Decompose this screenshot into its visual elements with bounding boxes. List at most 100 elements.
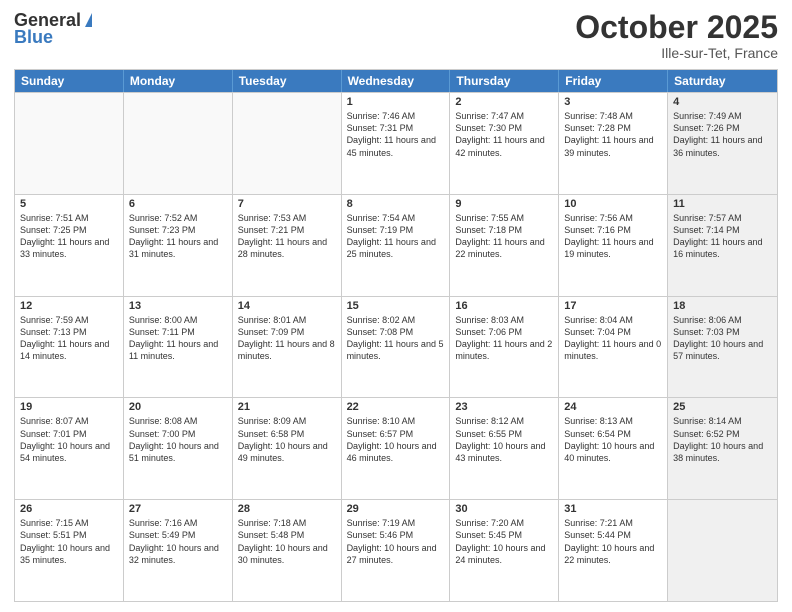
calendar-cell: 1 Sunrise: 7:46 AM Sunset: 7:31 PM Daylig… [342,93,451,194]
calendar-cell: 3 Sunrise: 7:48 AM Sunset: 7:28 PM Daylig… [559,93,668,194]
calendar-cell: 8 Sunrise: 7:54 AM Sunset: 7:19 PM Daylig… [342,195,451,296]
calendar-header-cell: Friday [559,70,668,92]
calendar-cell: 5 Sunrise: 7:51 AM Sunset: 7:25 PM Daylig… [15,195,124,296]
cell-info: Sunrise: 7:48 AM Sunset: 7:28 PM Dayligh… [564,110,662,159]
day-number: 31 [564,503,662,515]
cell-info: Sunrise: 8:09 AM Sunset: 6:58 PM Dayligh… [238,415,336,464]
calendar-cell: 6 Sunrise: 7:52 AM Sunset: 7:23 PM Daylig… [124,195,233,296]
calendar-cell: 2 Sunrise: 7:47 AM Sunset: 7:30 PM Daylig… [450,93,559,194]
logo-triangle-icon [85,13,92,27]
calendar-body: 1 Sunrise: 7:46 AM Sunset: 7:31 PM Daylig… [15,92,777,601]
logo: General Blue [14,10,92,48]
calendar-cell: 9 Sunrise: 7:55 AM Sunset: 7:18 PM Daylig… [450,195,559,296]
calendar-cell: 25Sunrise: 8:14 AM Sunset: 6:52 PM Dayli… [668,398,777,499]
cell-info: Sunrise: 8:03 AM Sunset: 7:06 PM Dayligh… [455,314,553,363]
calendar-cell: 15 Sunrise: 8:02 AM Sunset: 7:08 PM Dayli… [342,297,451,398]
calendar-cell: 16 Sunrise: 8:03 AM Sunset: 7:06 PM Dayli… [450,297,559,398]
calendar-cell: 24 Sunrise: 8:13 AM Sunset: 6:54 PM Dayli… [559,398,668,499]
cell-info: Sunrise: 8:10 AM Sunset: 6:57 PM Dayligh… [347,415,445,464]
location-text: Ille-sur-Tet, France [575,45,778,61]
calendar-cell: 11 Sunrise: 7:57 AM Sunset: 7:14 PM Dayli… [668,195,777,296]
day-number: 23 [455,401,553,413]
day-number: 5 [20,198,118,210]
cell-info: Sunrise: 7:55 AM Sunset: 7:18 PM Dayligh… [455,212,553,261]
day-number: 11 [673,198,772,210]
calendar-cell: 12 Sunrise: 7:59 AM Sunset: 7:13 PM Dayli… [15,297,124,398]
calendar-cell [233,93,342,194]
cell-info: Sunrise: 8:13 AM Sunset: 6:54 PM Dayligh… [564,415,662,464]
cell-info: Sunrise: 7:20 AM Sunset: 5:45 PM Dayligh… [455,517,553,566]
day-number: 15 [347,300,445,312]
day-number: 20 [129,401,227,413]
cell-info: Sunrise: 7:16 AM Sunset: 5:49 PM Dayligh… [129,517,227,566]
day-number: 26 [20,503,118,515]
day-number: 29 [347,503,445,515]
calendar-cell [15,93,124,194]
calendar-week-row: 12 Sunrise: 7:59 AM Sunset: 7:13 PM Dayli… [15,296,777,398]
calendar-cell: 23 Sunrise: 8:12 AM Sunset: 6:55 PM Dayli… [450,398,559,499]
day-number: 17 [564,300,662,312]
day-number: 1 [347,96,445,108]
calendar-cell: 20 Sunrise: 8:08 AM Sunset: 7:00 PM Dayli… [124,398,233,499]
day-number: 8 [347,198,445,210]
day-number: 14 [238,300,336,312]
day-number: 24 [564,401,662,413]
day-number: 12 [20,300,118,312]
day-number: 25 [673,401,772,413]
calendar-header-cell: Saturday [668,70,777,92]
calendar-cell: 14 Sunrise: 8:01 AM Sunset: 7:09 PM Dayli… [233,297,342,398]
day-number: 18 [673,300,772,312]
logo-blue-text: Blue [14,27,53,48]
month-title: October 2025 [575,10,778,45]
cell-info: Sunrise: 8:07 AM Sunset: 7:01 PM Dayligh… [20,415,118,464]
day-number: 30 [455,503,553,515]
day-number: 9 [455,198,553,210]
day-number: 19 [20,401,118,413]
cell-info: Sunrise: 7:46 AM Sunset: 7:31 PM Dayligh… [347,110,445,159]
day-number: 27 [129,503,227,515]
cell-info: Sunrise: 7:54 AM Sunset: 7:19 PM Dayligh… [347,212,445,261]
cell-info: Sunrise: 7:19 AM Sunset: 5:46 PM Dayligh… [347,517,445,566]
calendar-cell [668,500,777,601]
cell-info: Sunrise: 7:57 AM Sunset: 7:14 PM Dayligh… [673,212,772,261]
calendar-week-row: 26Sunrise: 7:15 AM Sunset: 5:51 PM Dayli… [15,499,777,601]
calendar-week-row: 19 Sunrise: 8:07 AM Sunset: 7:01 PM Dayli… [15,397,777,499]
cell-info: Sunrise: 7:53 AM Sunset: 7:21 PM Dayligh… [238,212,336,261]
calendar-week-row: 1 Sunrise: 7:46 AM Sunset: 7:31 PM Daylig… [15,92,777,194]
calendar-cell: 19 Sunrise: 8:07 AM Sunset: 7:01 PM Dayli… [15,398,124,499]
cell-info: Sunrise: 8:02 AM Sunset: 7:08 PM Dayligh… [347,314,445,363]
cell-info: Sunrise: 7:51 AM Sunset: 7:25 PM Dayligh… [20,212,118,261]
day-number: 3 [564,96,662,108]
cell-info: Sunrise: 8:04 AM Sunset: 7:04 PM Dayligh… [564,314,662,363]
day-number: 22 [347,401,445,413]
calendar-cell [124,93,233,194]
calendar-cell: 30 Sunrise: 7:20 AM Sunset: 5:45 PM Dayli… [450,500,559,601]
cell-info: Sunrise: 7:52 AM Sunset: 7:23 PM Dayligh… [129,212,227,261]
cell-info: Sunrise: 8:08 AM Sunset: 7:00 PM Dayligh… [129,415,227,464]
header: General Blue October 2025 Ille-sur-Tet, … [14,10,778,61]
calendar-cell: 18 Sunrise: 8:06 AM Sunset: 7:03 PM Dayli… [668,297,777,398]
cell-info: Sunrise: 8:12 AM Sunset: 6:55 PM Dayligh… [455,415,553,464]
day-number: 2 [455,96,553,108]
day-number: 16 [455,300,553,312]
day-number: 6 [129,198,227,210]
cell-info: Sunrise: 7:21 AM Sunset: 5:44 PM Dayligh… [564,517,662,566]
calendar-cell: 21Sunrise: 8:09 AM Sunset: 6:58 PM Dayli… [233,398,342,499]
cell-info: Sunrise: 7:56 AM Sunset: 7:16 PM Dayligh… [564,212,662,261]
cell-info: Sunrise: 7:59 AM Sunset: 7:13 PM Dayligh… [20,314,118,363]
day-number: 4 [673,96,772,108]
calendar-cell: 22 Sunrise: 8:10 AM Sunset: 6:57 PM Dayli… [342,398,451,499]
day-number: 10 [564,198,662,210]
calendar-cell: 26Sunrise: 7:15 AM Sunset: 5:51 PM Dayli… [15,500,124,601]
cell-info: Sunrise: 7:49 AM Sunset: 7:26 PM Dayligh… [673,110,772,159]
cell-info: Sunrise: 8:01 AM Sunset: 7:09 PM Dayligh… [238,314,336,363]
calendar-week-row: 5 Sunrise: 7:51 AM Sunset: 7:25 PM Daylig… [15,194,777,296]
day-number: 7 [238,198,336,210]
calendar-container: General Blue October 2025 Ille-sur-Tet, … [0,0,792,612]
cell-info: Sunrise: 7:47 AM Sunset: 7:30 PM Dayligh… [455,110,553,159]
cell-info: Sunrise: 8:06 AM Sunset: 7:03 PM Dayligh… [673,314,772,363]
calendar-cell: 28Sunrise: 7:18 AM Sunset: 5:48 PM Dayli… [233,500,342,601]
calendar-cell: 7 Sunrise: 7:53 AM Sunset: 7:21 PM Daylig… [233,195,342,296]
calendar: SundayMondayTuesdayWednesdayThursdayFrid… [14,69,778,602]
title-block: October 2025 Ille-sur-Tet, France [575,10,778,61]
